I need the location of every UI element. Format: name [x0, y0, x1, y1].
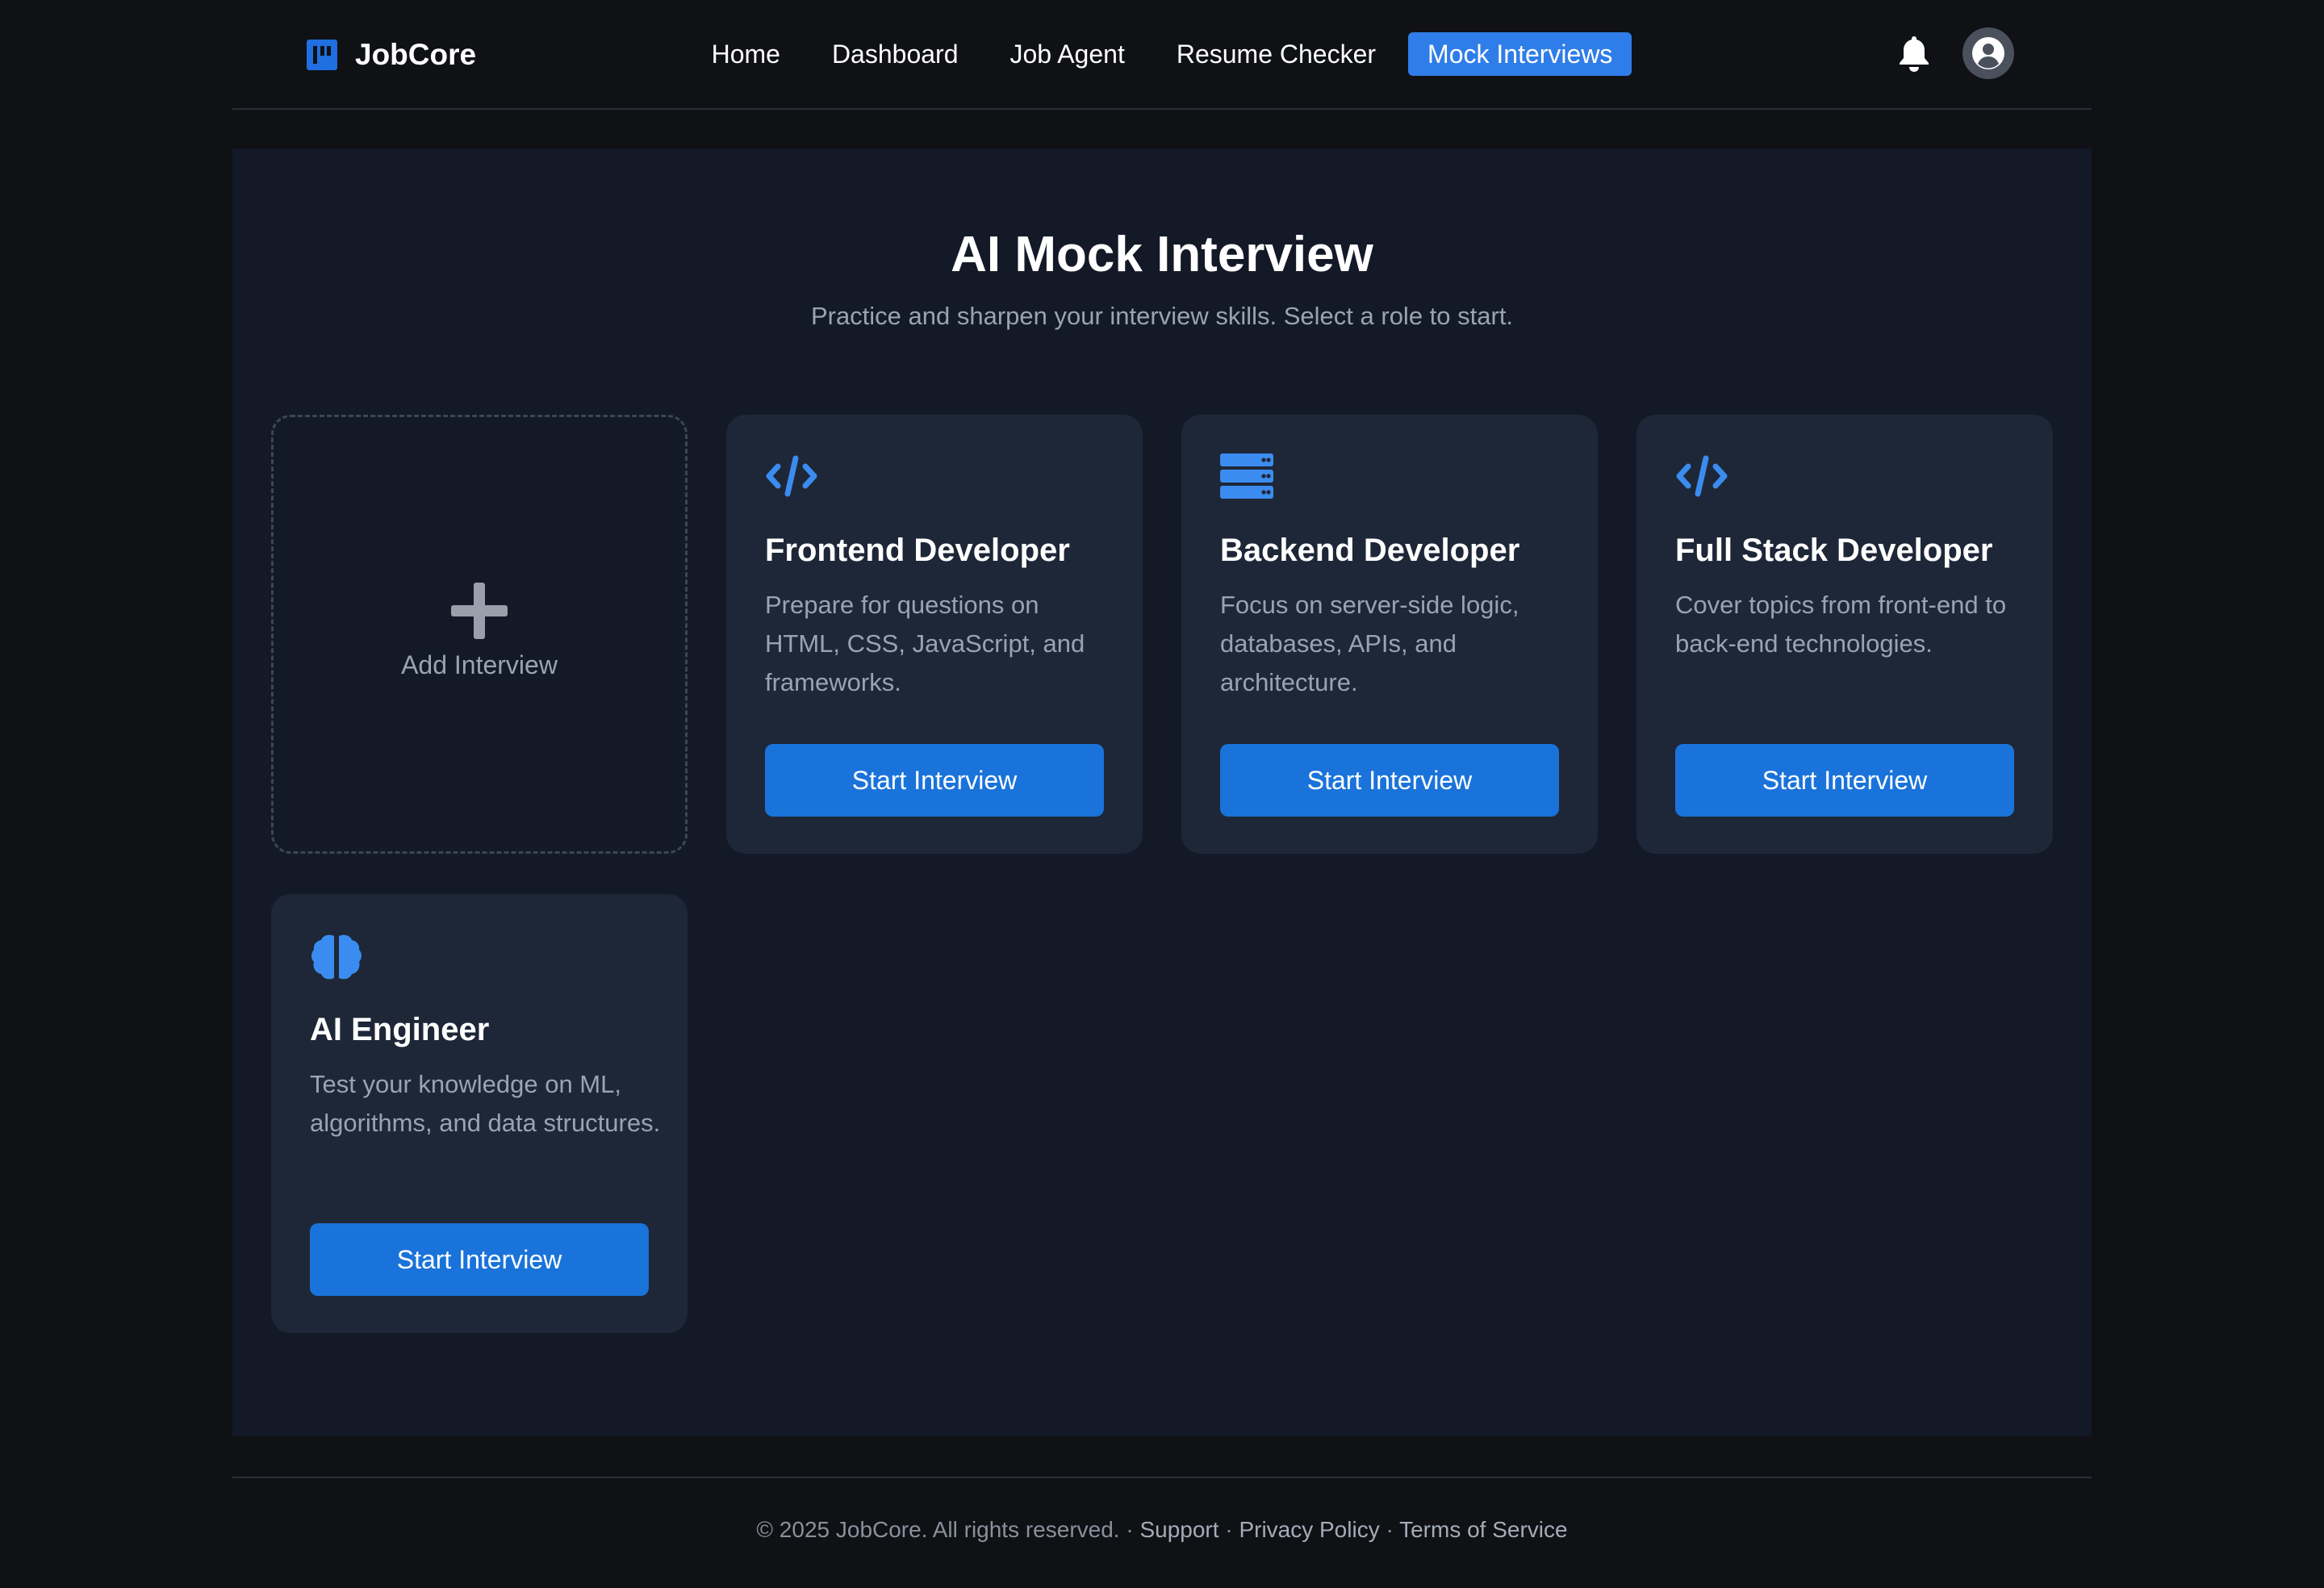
page-subtitle: Practice and sharpen your interview skil… — [810, 302, 1514, 330]
user-avatar-icon[interactable] — [1962, 27, 2014, 79]
nav-job-agent[interactable]: Job Agent — [990, 32, 1143, 76]
nav-mock-interviews[interactable]: Mock Interviews — [1408, 32, 1632, 76]
code-icon — [1675, 453, 1728, 499]
brain-icon — [310, 933, 363, 980]
main-panel: AI Mock Interview Practice and sharpen y… — [232, 148, 2092, 1436]
start-interview-button[interactable]: Start Interview — [310, 1223, 649, 1296]
card-description: Prepare for questions on HTML, CSS, Java… — [765, 591, 1085, 696]
main-nav: Home Dashboard Job Agent Resume Checker … — [232, 32, 2092, 76]
plus-icon — [451, 582, 508, 639]
page-title: AI Mock Interview — [951, 227, 1373, 282]
start-interview-button[interactable]: Start Interview — [1220, 744, 1559, 817]
card-description: Test your knowledge on ML, algorithms, a… — [310, 1070, 661, 1137]
card-title: Full Stack Developer — [1675, 533, 1993, 568]
start-interview-button[interactable]: Start Interview — [765, 744, 1104, 817]
role-card-frontend: Frontend Developer Prepare for questions… — [726, 415, 1143, 854]
header-actions — [1898, 27, 2014, 79]
footer-link-support[interactable]: Support — [1139, 1517, 1218, 1542]
nav-resume-checker[interactable]: Resume Checker — [1157, 32, 1395, 76]
footer-copyright: © 2025 JobCore. All rights reserved. — [756, 1517, 1120, 1542]
card-description: Cover topics from front-end to back-end … — [1675, 591, 2007, 658]
role-card-fullstack: Full Stack Developer Cover topics from f… — [1636, 415, 2053, 854]
nav-dashboard[interactable]: Dashboard — [813, 32, 978, 76]
footer: © 2025 JobCore. All rights reserved. · S… — [756, 1517, 1568, 1542]
card-title: Frontend Developer — [765, 533, 1070, 568]
role-card-backend: Backend Developer Focus on server-side l… — [1181, 415, 1598, 854]
footer-link-privacy-policy[interactable]: Privacy Policy — [1239, 1517, 1379, 1542]
bell-icon[interactable] — [1898, 35, 1930, 72]
card-title: Backend Developer — [1220, 533, 1520, 568]
add-interview-label: Add Interview — [401, 650, 558, 679]
card-title: AI Engineer — [310, 1012, 490, 1047]
footer-divider — [232, 1477, 2092, 1478]
server-icon — [1220, 453, 1273, 499]
nav-home[interactable]: Home — [692, 32, 800, 76]
footer-link-terms-of-service[interactable]: Terms of Service — [1399, 1517, 1568, 1542]
add-interview-card[interactable]: Add Interview — [271, 415, 688, 854]
start-interview-button[interactable]: Start Interview — [1675, 744, 2014, 817]
role-card-ai-engineer: AI Engineer Test your knowledge on ML, a… — [271, 894, 688, 1333]
top-header: JobCore Home Dashboard Job Agent Resume … — [232, 0, 2092, 110]
card-description: Focus on server-side logic, databases, A… — [1220, 591, 1519, 696]
code-icon — [765, 453, 818, 499]
